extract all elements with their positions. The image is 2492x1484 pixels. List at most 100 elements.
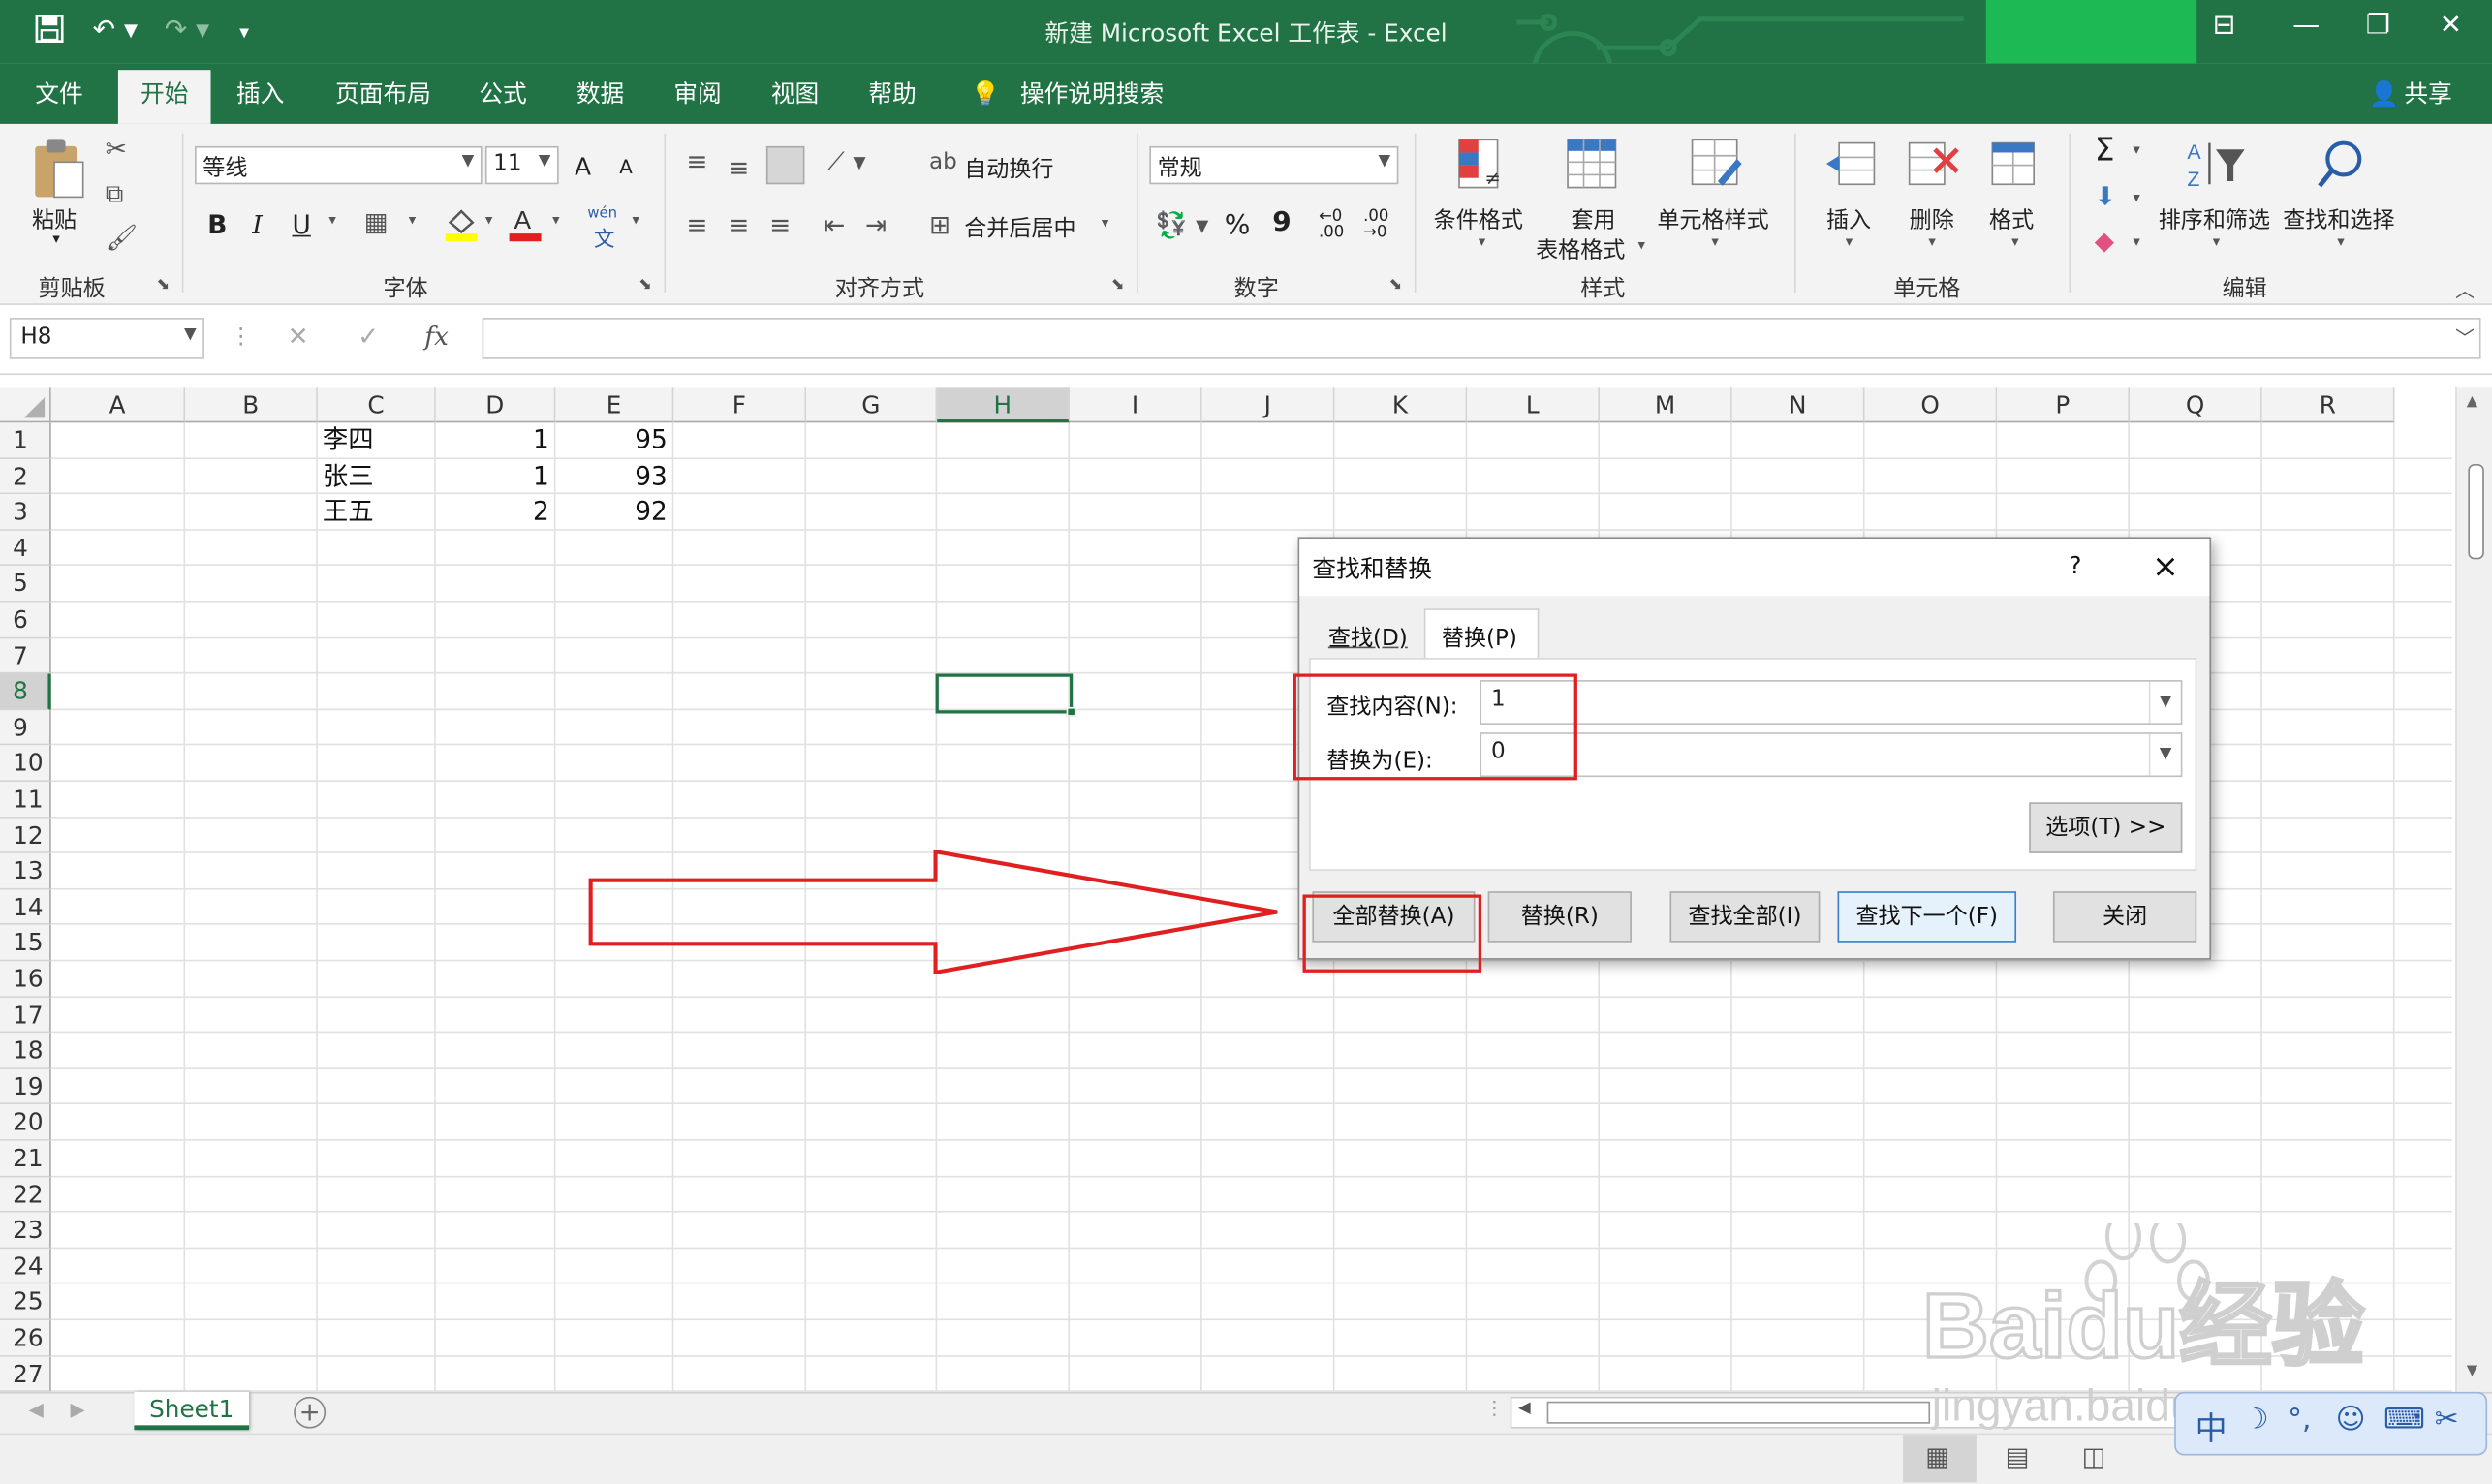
row-header-11[interactable]: 11: [0, 782, 51, 819]
tab-find[interactable]: 查找(D): [1328, 621, 1408, 653]
chevron-down-icon[interactable]: ▾: [1711, 235, 1718, 251]
orientation-icon[interactable]: ⟋ ▾: [827, 146, 866, 178]
column-header-e[interactable]: E: [555, 387, 674, 423]
chevron-down-icon[interactable]: ▾: [328, 213, 335, 229]
tab-file[interactable]: 文件: [35, 77, 82, 124]
row-header-25[interactable]: 25: [0, 1284, 51, 1321]
options-button[interactable]: 选项(T) >>: [2029, 802, 2183, 853]
ime-moon-icon[interactable]: ☽: [2243, 1403, 2269, 1436]
tab-home[interactable]: 开始: [117, 70, 211, 124]
clipboard-launcher-icon[interactable]: ⬊: [156, 276, 170, 294]
font-launcher-icon[interactable]: ⬊: [639, 276, 652, 294]
cell-e2[interactable]: 93: [555, 458, 668, 493]
dialog-close-icon[interactable]: ×: [2152, 546, 2179, 584]
find-select-icon[interactable]: [2315, 137, 2369, 191]
splitter-icon[interactable]: ⋮: [1484, 1397, 1504, 1419]
row-header-10[interactable]: 10: [0, 745, 51, 783]
tab-page-layout[interactable]: 页面布局: [335, 77, 431, 124]
chevron-down-icon[interactable]: ▼: [2148, 681, 2181, 724]
next-sheet-icon[interactable]: ▶: [70, 1398, 84, 1420]
format-as-table-line1[interactable]: 套用: [1571, 203, 1615, 235]
tab-insert[interactable]: 插入: [236, 77, 284, 124]
increase-indent-icon[interactable]: ⇥: [865, 210, 887, 240]
find-what-input[interactable]: 1 ▼: [1480, 680, 2183, 725]
delete-cells-button[interactable]: 删除: [1910, 203, 1954, 235]
tab-formulas[interactable]: 公式: [479, 77, 526, 124]
name-box[interactable]: H8 ▼: [9, 318, 204, 359]
chevron-down-icon[interactable]: ▾: [1638, 238, 1645, 254]
cell-styles-icon[interactable]: [1689, 137, 1743, 191]
scroll-thumb[interactable]: [2468, 463, 2484, 560]
font-name-combo[interactable]: 等线 ▼: [195, 145, 483, 185]
percent-button[interactable]: %: [1225, 210, 1251, 242]
row-header-12[interactable]: 12: [0, 818, 51, 854]
column-header-r[interactable]: R: [2261, 387, 2395, 423]
tab-review[interactable]: 审阅: [673, 77, 721, 124]
hscroll-thumb[interactable]: [1546, 1401, 1931, 1424]
borders-icon[interactable]: ▦: [364, 206, 389, 236]
wrap-text-button[interactable]: 自动换行: [964, 152, 1053, 184]
align-right-icon[interactable]: ≡: [769, 210, 791, 240]
phonetic-guide-button[interactable]: wén: [587, 206, 617, 222]
ime-smile-icon[interactable]: ☺: [2336, 1403, 2366, 1436]
font-size-combo[interactable]: 11 ▼: [484, 145, 559, 185]
accounting-format-icon[interactable]: 💱 ▾: [1156, 210, 1208, 240]
chevron-down-icon[interactable]: ▾: [2337, 235, 2344, 251]
insert-cells-icon[interactable]: [1823, 137, 1878, 191]
enter-icon[interactable]: ✓: [358, 321, 379, 351]
grow-font-button[interactable]: A: [575, 152, 591, 181]
ime-mode[interactable]: 中: [2196, 1403, 2227, 1449]
cell-d1[interactable]: 1: [436, 422, 549, 457]
dialog-help-button[interactable]: ?: [2069, 551, 2081, 580]
cell-e3[interactable]: 92: [555, 494, 668, 529]
comma-style-button[interactable]: 9: [1272, 206, 1292, 238]
find-all-button[interactable]: 查找全部(I): [1669, 891, 1821, 943]
align-top-icon[interactable]: ≡: [687, 146, 708, 176]
chevron-down-icon[interactable]: ▾: [1928, 235, 1935, 251]
ime-toolbar[interactable]: 中 ☽ °, ☺ ⌨ ✂: [2174, 1391, 2488, 1456]
row-header-6[interactable]: 6: [0, 602, 51, 638]
number-format-combo[interactable]: 常规 ▼: [1149, 145, 1399, 185]
collapse-ribbon-icon[interactable]: ︿: [2455, 276, 2475, 303]
column-header-b[interactable]: B: [185, 387, 318, 423]
column-header-k[interactable]: K: [1334, 387, 1468, 423]
tab-help[interactable]: 帮助: [868, 77, 916, 124]
cell-c1[interactable]: 李四: [323, 422, 374, 457]
column-header-h[interactable]: H: [937, 387, 1070, 423]
minimize-icon[interactable]: —: [2292, 10, 2320, 42]
fill-icon[interactable]: ⬇: [2095, 181, 2116, 211]
tab-replace[interactable]: 替换(P): [1423, 608, 1540, 660]
row-header-23[interactable]: 23: [0, 1212, 51, 1249]
tab-data[interactable]: 数据: [576, 77, 624, 124]
align-center-icon[interactable]: ≡: [728, 210, 749, 240]
cell-e1[interactable]: 95: [555, 422, 668, 457]
chevron-down-icon[interactable]: ▾: [1846, 235, 1853, 251]
row-header-2[interactable]: 2: [0, 458, 51, 495]
chevron-down-icon[interactable]: ▾: [2133, 143, 2139, 159]
column-header-o[interactable]: O: [1864, 387, 1998, 423]
paste-icon[interactable]: [29, 137, 90, 203]
chevron-down-icon[interactable]: ▾: [2133, 235, 2139, 251]
align-left-icon[interactable]: ≡: [687, 210, 708, 240]
chevron-down-icon[interactable]: ▾: [2011, 235, 2018, 251]
align-middle-icon[interactable]: ≡: [728, 152, 749, 182]
row-header-19[interactable]: 19: [0, 1068, 51, 1105]
cell-styles-button[interactable]: 单元格样式: [1657, 203, 1768, 235]
format-cells-icon[interactable]: [1986, 137, 2040, 191]
format-as-table-icon[interactable]: [1565, 137, 1619, 191]
row-header-20[interactable]: 20: [0, 1104, 51, 1141]
row-header-13[interactable]: 13: [0, 853, 51, 890]
cell-d2[interactable]: 1: [436, 458, 549, 493]
chevron-down-icon[interactable]: ▾: [632, 213, 639, 229]
insert-function-icon[interactable]: fx: [424, 321, 449, 351]
replace-with-input[interactable]: 0 ▼: [1480, 732, 2183, 778]
chevron-down-icon[interactable]: ▾: [1479, 235, 1485, 251]
row-header-5[interactable]: 5: [0, 566, 51, 603]
cell-c2[interactable]: 张三: [323, 458, 374, 493]
row-header-7[interactable]: 7: [0, 637, 51, 674]
decrease-indent-icon[interactable]: ⇤: [824, 210, 845, 240]
wrap-text-icon[interactable]: ab: [929, 149, 957, 174]
column-header-p[interactable]: P: [1997, 387, 2131, 423]
row-header-4[interactable]: 4: [0, 530, 51, 567]
select-all-corner[interactable]: [0, 387, 51, 423]
